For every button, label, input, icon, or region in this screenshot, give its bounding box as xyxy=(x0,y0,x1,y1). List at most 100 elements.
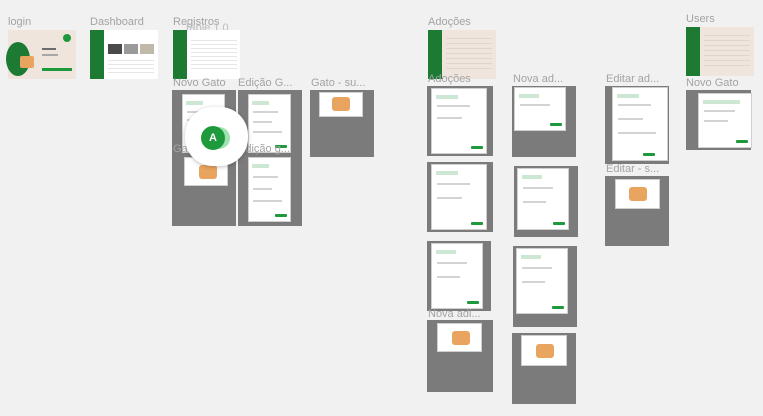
frame-gato-ga[interactable] xyxy=(172,155,236,226)
form-line xyxy=(253,176,278,178)
frame-nova-ad-2[interactable] xyxy=(514,166,578,237)
form-save-button xyxy=(643,153,655,156)
form-line xyxy=(437,117,462,119)
form-header xyxy=(186,101,203,105)
adocoes-sidebar xyxy=(428,30,442,79)
form-line xyxy=(704,120,728,122)
frame-adocao-2[interactable] xyxy=(427,162,493,232)
cat-icon xyxy=(452,331,470,345)
frame-label-novo-gato-users[interactable]: Novo Gato xyxy=(686,77,739,89)
nova-adi-modal xyxy=(438,324,481,351)
frame-gato-sucesso[interactable] xyxy=(310,90,374,157)
form-line xyxy=(253,188,272,190)
form-line xyxy=(520,104,550,106)
form-header xyxy=(521,255,541,259)
cat-icon xyxy=(629,187,647,201)
login-text-line xyxy=(42,48,56,50)
form-header xyxy=(703,100,740,104)
form-save-button xyxy=(550,123,562,126)
frame-nova-ad-3[interactable] xyxy=(513,246,577,327)
form-header xyxy=(617,94,639,98)
form-save-button xyxy=(553,222,565,225)
frame-adocao-1[interactable] xyxy=(427,86,493,156)
frame-registros[interactable] xyxy=(173,30,240,79)
cat-icon xyxy=(536,344,554,358)
frame-label-novo-gato[interactable]: Novo Gato xyxy=(173,77,226,89)
form-line xyxy=(523,187,553,189)
login-brand-icon xyxy=(63,34,71,42)
frame-label-nova-ad[interactable]: Nova ad... xyxy=(513,73,563,85)
edicao2-form xyxy=(249,158,290,221)
frame-label-editar-s[interactable]: Editar - s... xyxy=(606,163,659,175)
form-line xyxy=(253,200,282,202)
form-line xyxy=(253,121,272,123)
form-save-button xyxy=(552,306,564,309)
form-line xyxy=(437,262,467,264)
form-save-button xyxy=(275,214,287,217)
frame-adocao-3[interactable] xyxy=(427,241,491,311)
frame-label-editar-ad[interactable]: Editar ad... xyxy=(606,73,659,85)
frame-users[interactable] xyxy=(686,27,754,76)
frame-edicao-g2[interactable] xyxy=(238,155,302,226)
frame-nova-ad-1[interactable] xyxy=(512,86,576,157)
users-sidebar xyxy=(686,27,700,76)
form-line xyxy=(253,111,278,113)
form-save-button xyxy=(471,146,483,149)
frame-editar-ad[interactable] xyxy=(605,86,669,164)
frame-editar-sucesso[interactable] xyxy=(605,176,669,246)
frame-label-login[interactable]: login xyxy=(8,16,31,28)
form-save-button xyxy=(736,140,748,143)
nova-ad-form-2 xyxy=(518,169,568,229)
form-line xyxy=(253,131,282,133)
form-line xyxy=(704,110,736,112)
nova-ad-form-3 xyxy=(517,249,567,313)
dashboard-card xyxy=(140,44,154,54)
adocoes-table xyxy=(446,38,492,72)
form-header xyxy=(436,250,456,254)
frame-login[interactable] xyxy=(6,30,76,79)
form-line xyxy=(437,197,462,199)
cat-icon xyxy=(332,97,350,111)
dashboard-card xyxy=(108,44,122,54)
nova-ad-form-1 xyxy=(515,88,565,130)
frame-label-adocoes-col1[interactable]: Adoções xyxy=(428,73,471,85)
form-line xyxy=(618,118,643,120)
form-header xyxy=(252,164,269,168)
form-header xyxy=(252,101,269,105)
dashboard-table xyxy=(108,60,154,74)
collaborator-avatar[interactable]: A xyxy=(201,126,225,150)
frame-label-dashboard[interactable]: Dashboard xyxy=(90,16,144,28)
frame-nova-adi[interactable] xyxy=(427,320,493,392)
frame-label-adocoes[interactable]: Adoções xyxy=(428,16,471,28)
frame-adocoes[interactable] xyxy=(428,30,496,79)
form-line xyxy=(523,201,546,203)
editar-sucesso-modal xyxy=(616,180,659,208)
login-text-line xyxy=(42,54,58,56)
registros-sidebar xyxy=(173,30,187,79)
frame-nova-ad-4[interactable] xyxy=(512,333,576,404)
form-line xyxy=(618,104,651,106)
frame-dashboard[interactable] xyxy=(90,30,158,79)
cat-icon xyxy=(199,165,217,179)
form-header xyxy=(519,94,539,98)
form-save-button xyxy=(467,301,479,304)
form-line xyxy=(437,276,460,278)
form-header xyxy=(436,171,458,175)
frame-novo-gato-users[interactable] xyxy=(686,90,751,150)
frame-label-nova-adi[interactable]: Nova adi... xyxy=(428,308,481,320)
frame-label-users[interactable]: Users xyxy=(686,13,715,25)
nova-ad-modal xyxy=(522,336,566,365)
form-header xyxy=(522,175,542,179)
login-button xyxy=(42,68,72,71)
form-save-button xyxy=(471,222,483,225)
users-table xyxy=(704,35,750,69)
frame-label-gato-su[interactable]: Gato - su... xyxy=(311,77,365,89)
adocao-form-2 xyxy=(432,165,486,229)
gato-sucesso-modal xyxy=(320,93,362,116)
frame-label-edicao-g[interactable]: Edição G... xyxy=(238,77,292,89)
form-header xyxy=(436,95,458,99)
collaborator-cursor-card[interactable]: A xyxy=(185,107,248,166)
adocao-form-3 xyxy=(432,244,482,308)
dashboard-card xyxy=(124,44,138,54)
form-line xyxy=(522,281,545,283)
